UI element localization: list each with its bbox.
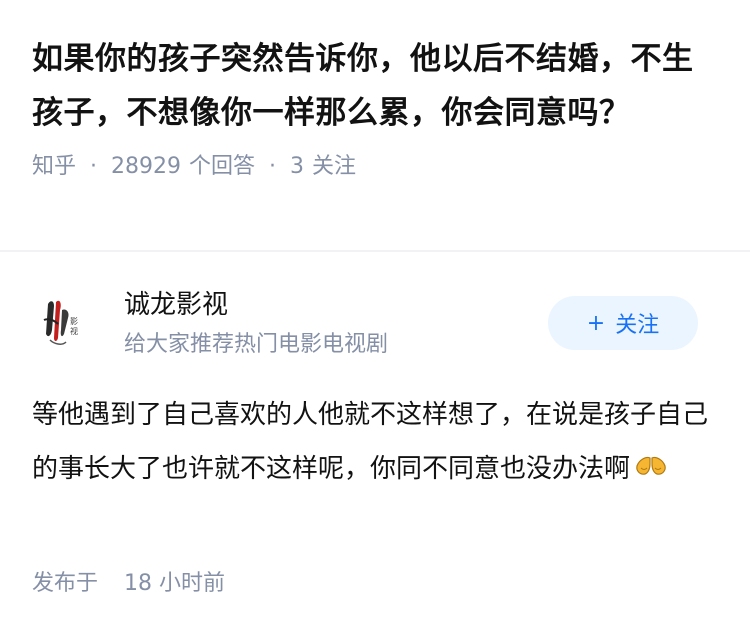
plus-icon: + <box>586 310 606 336</box>
question-meta: 知乎 · 28929 个回答 · 3 关注 <box>32 152 722 182</box>
follow-button[interactable]: + 关注 <box>548 296 698 350</box>
meta-separator: · <box>269 154 277 179</box>
question-title[interactable]: 如果你的孩子突然告诉你，他以后不结婚，不生孩子，不想像你一样那么累，你会同意吗？ <box>32 32 722 140</box>
follow-button-label: 关注 <box>615 313 660 338</box>
answer-text: 等他遇到了自己喜欢的人他就不这样想了，在说是孩子自己的事长大了也许就不这样呢，你… <box>32 400 709 484</box>
author-name[interactable]: 诚龙影视 <box>124 288 228 322</box>
author-bio: 给大家推荐热门电影电视剧 <box>124 332 389 357</box>
answer-footer: 发布于 18 小时前 <box>32 568 225 600</box>
follower-count-label[interactable]: 关注 <box>312 152 356 182</box>
folded-hands-icon <box>634 443 668 497</box>
svg-text:视: 视 <box>70 326 78 336</box>
answer-content[interactable]: 等他遇到了自己喜欢的人他就不这样想了，在说是孩子自己的事长大了也许就不这样呢，你… <box>32 388 722 497</box>
chenglong-logo-icon[interactable]: 影 视 <box>36 290 92 352</box>
follower-count: 3 <box>290 154 305 179</box>
published-label: 发布于 <box>32 571 99 596</box>
answer-count-label[interactable]: 个回答 <box>189 152 255 182</box>
answer-count: 28929 <box>111 154 182 179</box>
published-time: 18 小时前 <box>124 571 226 596</box>
svg-text:影: 影 <box>70 316 78 326</box>
source-label[interactable]: 知乎 <box>32 152 76 182</box>
author-card: 影 视 诚龙影视 给大家推荐热门电影电视剧 + 关注 <box>0 252 750 372</box>
meta-separator: · <box>90 154 98 179</box>
question-header: 如果你的孩子突然告诉你，他以后不结婚，不生孩子，不想像你一样那么累，你会同意吗？… <box>32 32 722 182</box>
